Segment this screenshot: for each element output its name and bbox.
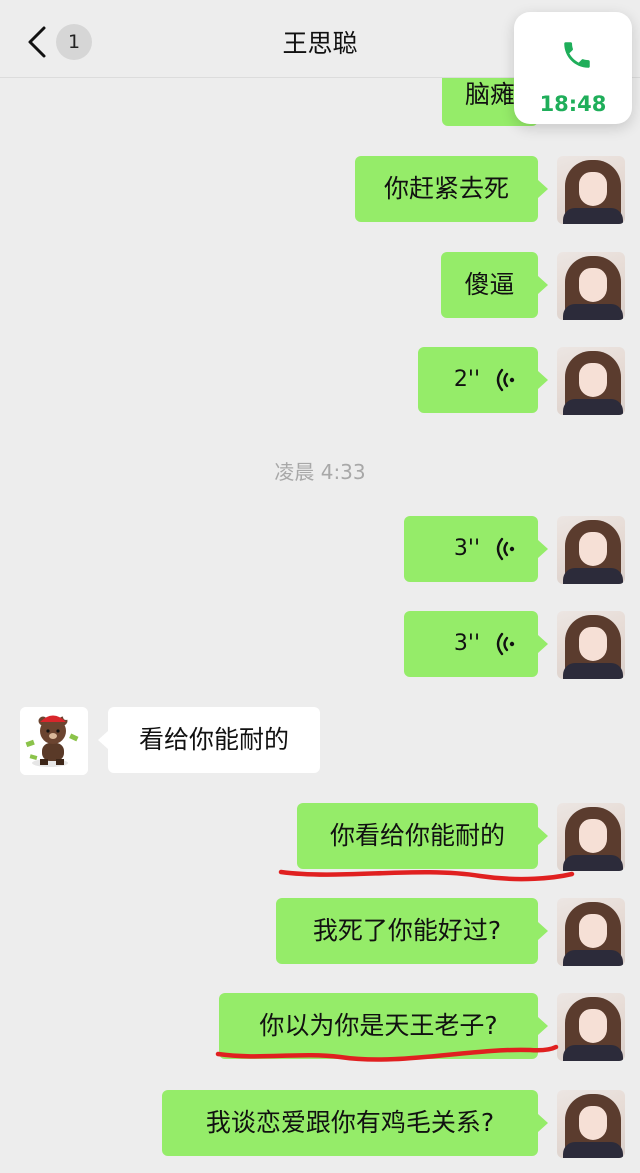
voice-message-bubble[interactable]: 3'' — [404, 611, 538, 677]
bear-sticker-icon — [20, 707, 88, 775]
message-bubble-outgoing[interactable]: 你以为你是天王老子? — [219, 993, 538, 1059]
bubble-tail — [538, 1114, 548, 1132]
phone-icon — [564, 42, 590, 68]
message-text: 傻逼 — [464, 270, 515, 299]
avatar[interactable] — [557, 993, 625, 1061]
avatar[interactable] — [557, 611, 625, 679]
message-text: 我死了你能好过? — [312, 916, 502, 945]
message-bubble-outgoing[interactable]: 你看给你能耐的 — [297, 803, 538, 869]
bubble-tail — [538, 371, 548, 389]
avatar[interactable] — [557, 898, 625, 966]
message-text: 我谈恋爱跟你有鸡毛关系? — [205, 1108, 495, 1137]
voice-message-bubble[interactable]: 3'' — [404, 516, 538, 582]
voice-message-bubble[interactable]: 2'' — [418, 347, 538, 413]
voice-duration: 3'' — [453, 536, 480, 561]
avatar[interactable] — [557, 347, 625, 415]
bubble-tail — [538, 276, 548, 294]
message-bubble-incoming[interactable]: 看给你能耐的 — [108, 707, 320, 773]
message-bubble-outgoing[interactable]: 我死了你能好过? — [276, 898, 538, 964]
bubble-tail — [538, 540, 548, 558]
bubble-tail — [538, 1017, 548, 1035]
voice-wave-icon — [496, 632, 515, 656]
call-duration: 18:48 — [539, 92, 607, 116]
voice-wave-icon — [496, 537, 515, 561]
avatar[interactable] — [557, 156, 625, 224]
message-text: 看给你能耐的 — [138, 725, 289, 754]
chat-timestamp: 凌晨 4:33 — [274, 460, 366, 484]
message-text: 你看给你能耐的 — [329, 821, 505, 850]
bubble-tail — [98, 731, 108, 749]
bubble-tail — [538, 635, 548, 653]
voice-duration: 3'' — [453, 631, 480, 656]
message-text: 你赶紧去死 — [383, 174, 509, 203]
contact-avatar[interactable] — [20, 707, 88, 775]
message-bubble-outgoing[interactable]: 傻逼 — [441, 252, 538, 318]
bubble-tail — [538, 922, 548, 940]
message-bubble-outgoing[interactable]: 你赶紧去死 — [355, 156, 538, 222]
avatar[interactable] — [557, 803, 625, 871]
message-bubble-outgoing[interactable]: 我谈恋爱跟你有鸡毛关系? — [162, 1090, 538, 1156]
avatar[interactable] — [557, 516, 625, 584]
message-text: 脑瘫 — [464, 80, 515, 109]
avatar[interactable] — [557, 1090, 625, 1158]
voice-duration: 2'' — [453, 367, 480, 392]
bubble-tail — [538, 827, 548, 845]
avatar[interactable] — [557, 252, 625, 320]
bubble-tail — [538, 180, 548, 198]
message-text: 你以为你是天王老子? — [259, 1011, 498, 1040]
voice-wave-icon — [496, 368, 515, 392]
floating-call-window[interactable]: 18:48 — [514, 12, 632, 124]
